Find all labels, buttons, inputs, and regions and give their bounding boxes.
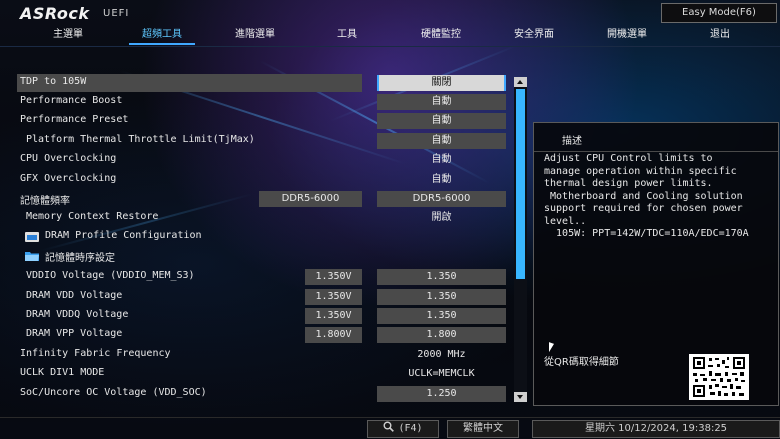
qr-label: 從QR碼取得細節	[544, 357, 619, 368]
setting-value[interactable]: 1.350	[377, 308, 506, 324]
setting-value[interactable]: 2000 MHz	[377, 347, 506, 363]
submenu-label: DRAM Profile Configuration	[45, 230, 202, 241]
setting-label: GFX Overclocking	[20, 173, 117, 184]
setting-row-dram-vddq[interactable]: DRAM VDDQ Voltage 1.350V 1.350	[0, 307, 520, 325]
setting-label: 記憶體頻率	[20, 196, 70, 207]
folder-icon	[25, 232, 39, 242]
setting-value[interactable]: 1.350	[377, 289, 506, 305]
setting-row-cpu-overclocking[interactable]: CPU Overclocking 自動	[0, 151, 520, 169]
settings-scrollbar[interactable]	[514, 77, 527, 402]
setting-label: Infinity Fabric Frequency	[20, 348, 171, 359]
setting-row-performance-boost[interactable]: Performance Boost 自動	[0, 93, 520, 111]
description-title: 描述	[562, 136, 582, 147]
setting-label: Platform Thermal Throttle Limit(TjMax)	[26, 134, 255, 145]
current-value: 1.800V	[305, 327, 362, 343]
scroll-thumb[interactable]	[516, 89, 525, 279]
setting-label: DRAM VPP Voltage	[26, 328, 123, 339]
description-text: Adjust CPU Control limits to manage oper…	[544, 153, 749, 239]
language-button[interactable]: 繁體中文	[447, 420, 519, 438]
setting-value[interactable]: 關閉	[377, 75, 506, 91]
setting-label: TDP to 105W	[20, 76, 87, 87]
setting-value[interactable]: 自動	[377, 113, 506, 129]
current-value: 1.350V	[305, 269, 362, 285]
description-panel: 描述 Adjust CPU Control limits to manage o…	[533, 122, 779, 406]
folder-icon	[25, 252, 39, 261]
setting-label: UCLK DIV1 MODE	[20, 367, 105, 378]
header-divider	[0, 46, 780, 47]
setting-row-soc-voltage[interactable]: SoC/Uncore OC Voltage (VDD_SOC) 1.250	[0, 385, 520, 403]
tab-boot[interactable]: 開機選單	[582, 28, 672, 42]
setting-value[interactable]: 自動	[377, 152, 506, 168]
setting-label: Performance Preset	[20, 114, 129, 125]
tab-hw-monitor[interactable]: 硬體監控	[396, 28, 486, 42]
current-value: DDR5-6000	[259, 191, 362, 207]
setting-label: DRAM VDDQ Voltage	[26, 309, 129, 320]
setting-label: DRAM VDD Voltage	[26, 290, 123, 301]
setting-value[interactable]: 1.350	[377, 269, 506, 285]
current-value: 1.350V	[305, 308, 362, 324]
setting-value[interactable]: UCLK=MEMCLK	[377, 366, 506, 382]
setting-label: Performance Boost	[20, 95, 123, 106]
submenu-memory-timing[interactable]: 記憶體時序設定	[0, 247, 520, 265]
date-time-display: 星期六 10/12/2024, 19:38:25	[532, 420, 780, 438]
setting-row-gfx-overclocking[interactable]: GFX Overclocking 自動	[0, 171, 520, 189]
setting-row-dram-vpp[interactable]: DRAM VPP Voltage 1.800V 1.800	[0, 326, 520, 344]
scroll-down-arrow-icon[interactable]	[514, 392, 527, 402]
tab-security[interactable]: 安全界面	[489, 28, 579, 42]
setting-row-thermal-throttle[interactable]: Platform Thermal Throttle Limit(TjMax) 自…	[0, 132, 520, 150]
submenu-label: 記憶體時序設定	[45, 253, 115, 264]
setting-row-memory-frequency[interactable]: 記憶體頻率 DDR5-6000 DDR5-6000	[0, 190, 520, 208]
search-shortcut: (F4)	[398, 423, 423, 434]
submenu-dram-profile[interactable]: DRAM Profile Configuration	[0, 228, 520, 246]
setting-label: CPU Overclocking	[20, 153, 117, 164]
brand-sub: UEFI	[103, 8, 130, 19]
setting-value[interactable]: 自動	[377, 94, 506, 110]
setting-row-memory-context-restore[interactable]: Memory Context Restore 開啟	[0, 209, 520, 227]
setting-row-uclk-div1[interactable]: UCLK DIV1 MODE UCLK=MEMCLK	[0, 365, 520, 383]
footer-divider	[0, 417, 780, 418]
magnifier-icon	[383, 421, 395, 432]
setting-value[interactable]: 自動	[377, 133, 506, 149]
description-divider	[534, 151, 778, 152]
mouse-cursor-icon	[549, 342, 554, 354]
setting-row-performance-preset[interactable]: Performance Preset 自動	[0, 112, 520, 130]
tab-advanced[interactable]: 進階選單	[210, 28, 300, 42]
setting-label: Memory Context Restore	[26, 211, 159, 222]
tab-exit[interactable]: 退出	[675, 28, 765, 42]
setting-value[interactable]: 1.800	[377, 327, 506, 343]
setting-value[interactable]: 自動	[377, 172, 506, 188]
setting-value[interactable]: DDR5-6000	[377, 191, 506, 207]
search-button[interactable]: (F4)	[367, 420, 439, 438]
current-value: 1.350V	[305, 289, 362, 305]
setting-value[interactable]: 1.250	[377, 386, 506, 402]
easy-mode-button[interactable]: Easy Mode(F6)	[661, 3, 777, 23]
setting-row-infinity-fabric[interactable]: Infinity Fabric Frequency 2000 MHz	[0, 346, 520, 364]
main-tabs: 主選單 超頻工具 進階選單 工具 硬體監控 安全界面 開機選單 退出	[0, 28, 780, 46]
setting-row-dram-vdd[interactable]: DRAM VDD Voltage 1.350V 1.350	[0, 288, 520, 306]
setting-value[interactable]: 開啟	[377, 210, 506, 226]
tab-tools[interactable]: 工具	[302, 28, 392, 42]
setting-row-tdp[interactable]: TDP to 105W 關閉	[0, 74, 520, 92]
setting-label: SoC/Uncore OC Voltage (VDD_SOC)	[20, 387, 207, 398]
setting-label: VDDIO Voltage (VDDIO_MEM_S3)	[26, 270, 195, 281]
tab-oc-tweaker[interactable]: 超頻工具	[117, 28, 207, 45]
brand-logo: ASRock	[20, 4, 90, 23]
qr-code-icon	[689, 354, 749, 400]
scroll-up-arrow-icon[interactable]	[514, 77, 527, 87]
tab-main[interactable]: 主選單	[23, 28, 113, 42]
setting-row-vddio[interactable]: VDDIO Voltage (VDDIO_MEM_S3) 1.350V 1.35…	[0, 268, 520, 286]
